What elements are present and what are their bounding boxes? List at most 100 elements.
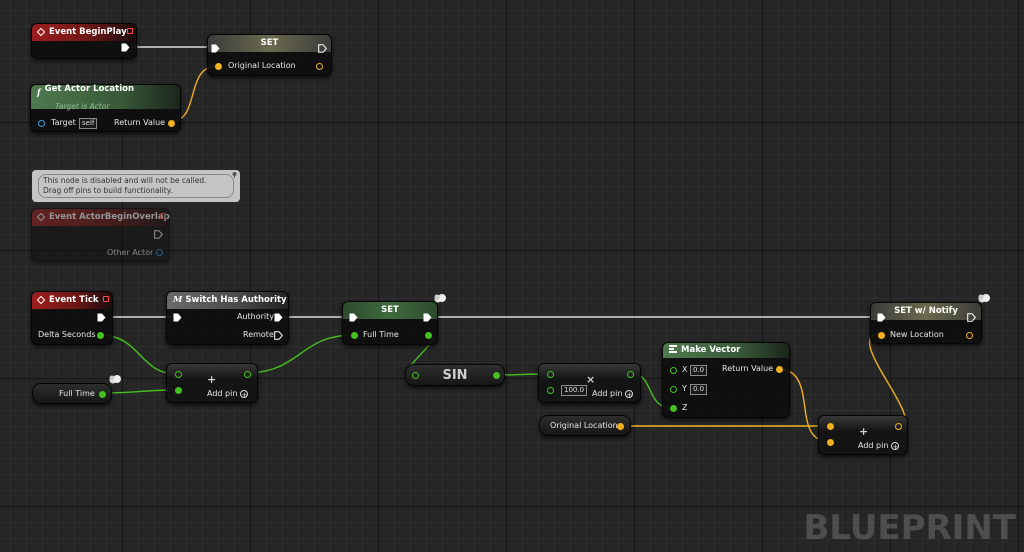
delta-seconds-out-pin[interactable] [97,332,104,339]
add-vector-a-pin[interactable] [827,423,834,430]
exec-out-pin[interactable] [318,44,327,53]
sin-in-pin[interactable] [412,372,419,379]
set-original-location-node[interactable]: SET Original Location [207,34,332,76]
pin-icon[interactable] [231,171,238,178]
switch-title: Switch Has Authority [185,295,287,305]
event-tick-header: Event Tick [32,292,112,309]
exec-in-pin[interactable] [877,313,886,322]
z-in-pin[interactable] [670,405,677,412]
set-full-time-node[interactable]: SET Full Time [342,301,438,345]
multiply-node[interactable]: 100.0 × Add pin + [538,363,641,403]
target-value-box[interactable]: self [79,118,98,129]
make-vector-out-pin[interactable] [776,366,783,373]
add-pin-label: Add pin [207,389,238,398]
cloud-icon [434,294,446,303]
make-vector-header: Make Vector [663,343,789,358]
sin-label: SIN [442,368,468,383]
add-vector-b-pin[interactable] [827,439,834,446]
set2-title: SET [381,305,399,315]
multiply-b-pin[interactable] [547,387,554,394]
exec-out-pin[interactable] [423,313,432,322]
event-tick-node[interactable]: Event Tick Delta Seconds [31,291,113,345]
exec-out-pin[interactable] [121,43,130,52]
switch-has-authority-node[interactable]: M Switch Has Authority Authority Remote [166,291,289,345]
add-pin-label: Add pin [858,441,889,450]
other-actor-out-pin[interactable] [156,249,163,256]
make-vector-return-label: Return Value [722,364,774,373]
function-icon: f [37,88,41,98]
event-beginplay-node[interactable]: Event BeginPlay [31,23,137,59]
original-location-variable-out-pin[interactable] [617,423,624,430]
plus-circle-icon: + [240,390,249,399]
add-float-b-pin[interactable] [175,387,182,394]
set-notify-title: SET w/ Notify [894,306,958,316]
sin-node[interactable]: SIN [405,364,505,386]
event-beginplay-title: Event BeginPlay [49,27,127,37]
add-vector-add-pin[interactable]: Add pin + [858,441,900,451]
get-actor-location-title: Get Actor Location [44,84,135,94]
original-location-out-pin[interactable] [316,63,323,70]
cloud-icon [109,375,121,384]
blueprint-watermark: BLUEPRINT [803,508,1016,548]
full-time-variable-node[interactable]: Full Time [32,383,112,404]
wire-fulltime-add [100,389,177,394]
wire-add-setnotify [868,333,906,426]
event-tick-title: Event Tick [49,295,99,305]
vector-icon [669,345,677,353]
multiply-value-box[interactable]: 100.0 [561,385,588,396]
delegate-pin-icon[interactable] [103,296,109,302]
original-location-variable-label: Original Location [550,421,618,430]
add-float-add-pin[interactable]: Add pin + [207,389,249,399]
make-vector-node[interactable]: Make Vector X 0.0 Y 0.0 Z Return Value [662,342,790,418]
original-location-variable-node[interactable]: Original Location [539,415,631,436]
delegate-pin-icon[interactable] [127,28,133,34]
add-float-out-pin[interactable] [244,371,251,378]
exec-in-pin[interactable] [173,313,182,322]
multiply-a-pin[interactable] [547,371,554,378]
new-location-in-pin[interactable] [878,332,885,339]
event-actor-begin-overlap-node[interactable]: Event ActorBeginOverlap Other Actor [31,208,170,262]
set1-pin-label: Original Location [228,61,296,70]
add-float-node[interactable]: + Add pin + [166,363,258,403]
set1-header: SET [208,35,331,52]
remote-label: Remote [243,330,274,339]
diamond-icon [36,212,46,222]
delta-seconds-label: Delta Seconds [38,330,96,339]
add-vector-symbol: + [859,425,869,438]
full-time-variable-out-pin[interactable] [99,391,106,398]
multiply-out-pin[interactable] [627,371,634,378]
full-time-in-pin[interactable] [351,332,358,339]
add-vector-node[interactable]: + Add pin + [818,415,908,455]
other-actor-label: Other Actor [107,248,154,257]
multiply-add-pin[interactable]: Add pin + [592,389,634,399]
set-with-notify-node[interactable]: SET w/ Notify New Location [870,302,982,344]
exec-out-pin[interactable] [967,313,976,322]
y-value-box[interactable]: 0.0 [690,384,708,395]
add-vector-out-pin[interactable] [895,423,902,430]
y-in-pin[interactable] [670,386,677,393]
add-float-a-pin[interactable] [175,371,182,378]
original-location-in-pin[interactable] [215,63,222,70]
return-value-out-pin[interactable] [168,120,175,127]
y-label: Y [682,384,687,393]
x-in-pin[interactable] [670,367,677,374]
remote-exec-out-pin[interactable] [274,331,283,340]
x-value-box[interactable]: 0.0 [690,365,708,376]
plus-circle-icon: + [891,442,900,451]
target-in-pin[interactable] [38,120,45,127]
exec-out-pin[interactable] [97,313,106,322]
exec-out-pin[interactable] [154,230,163,239]
exec-in-pin[interactable] [349,313,358,322]
authority-exec-out-pin[interactable] [274,313,283,322]
add-float-symbol: + [207,373,217,386]
get-actor-location-node[interactable]: f Get Actor Location Target is Actor Targ… [30,84,181,132]
cloud-icon [978,294,990,303]
exec-in-pin[interactable] [211,44,220,53]
full-time-out-pin[interactable] [425,332,432,339]
switch-header: M Switch Has Authority [167,292,288,309]
z-label: Z [682,403,688,412]
authority-label: Authority [237,312,275,321]
delegate-pin-icon[interactable] [160,213,166,219]
new-location-out-pin[interactable] [966,332,973,339]
sin-out-pin[interactable] [493,372,500,379]
